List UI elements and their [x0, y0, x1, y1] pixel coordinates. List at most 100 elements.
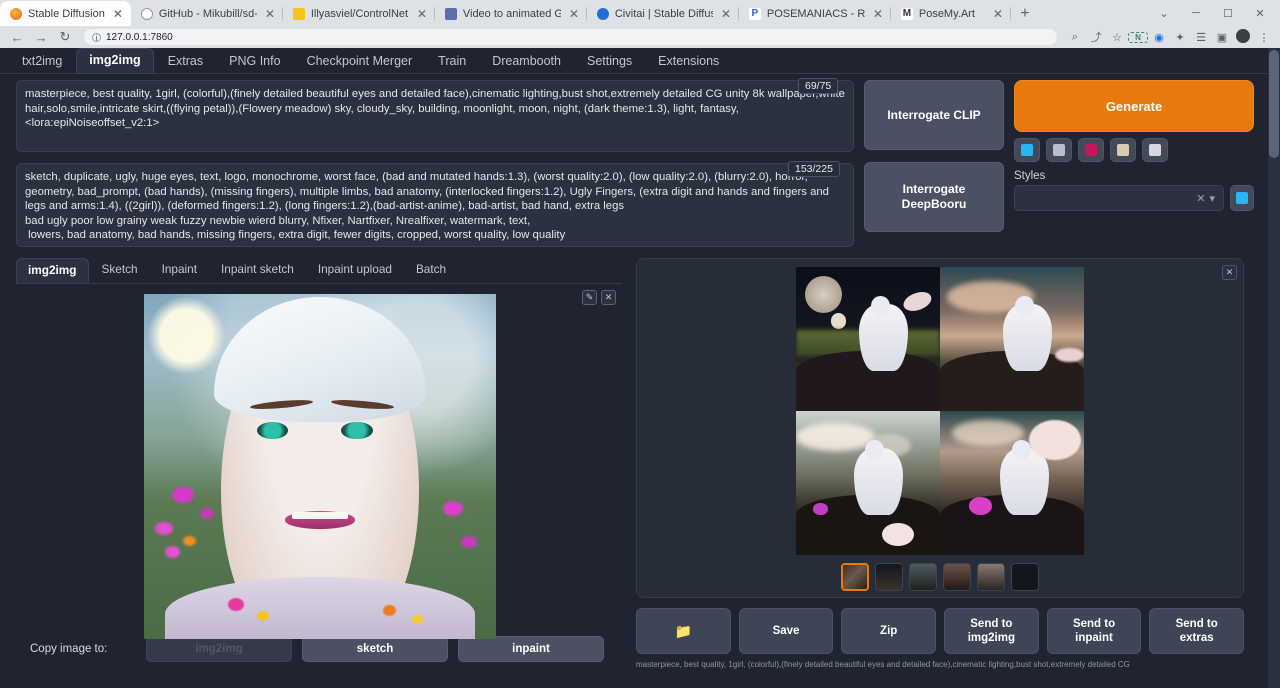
thumbnail-1[interactable]	[875, 563, 903, 591]
zoom-icon[interactable]: ⌕	[1065, 31, 1085, 44]
page-scrollbar[interactable]	[1268, 48, 1280, 688]
styles-dropdown[interactable]: ✕ ▾	[1014, 185, 1224, 211]
tab-dreambooth[interactable]: Dreambooth	[480, 50, 573, 73]
address-bar[interactable]: i 127.0.0.1:7860	[84, 29, 1057, 45]
tab-train[interactable]: Train	[426, 50, 478, 73]
paste-arrow-icon[interactable]	[1014, 138, 1040, 162]
send-to-img2img-button[interactable]: Send to img2img	[944, 608, 1039, 654]
tab-close-icon[interactable]: ✕	[871, 8, 885, 20]
tab-close-icon[interactable]: ✕	[111, 8, 125, 20]
result-image-2[interactable]	[796, 411, 940, 555]
reload-button[interactable]: ↻	[54, 29, 76, 45]
browser-tab-0[interactable]: Stable Diffusion ✕	[0, 1, 131, 26]
thumbnail-5[interactable]	[1011, 563, 1039, 591]
tab-title: POSEMANIACS - Royalty free 3	[767, 8, 865, 20]
thumbnail-3[interactable]	[943, 563, 971, 591]
tab-txt2img[interactable]: txt2img	[10, 50, 74, 73]
generate-button[interactable]: Generate	[1014, 80, 1254, 132]
trash-icon[interactable]	[1046, 138, 1072, 162]
send-to-inpaint-button[interactable]: Send to inpaint	[1047, 608, 1142, 654]
minimize-button[interactable]: ─	[1180, 7, 1212, 19]
thumbnail-0[interactable]	[841, 563, 869, 591]
refresh-styles-icon[interactable]	[1230, 185, 1254, 211]
source-image[interactable]	[144, 294, 496, 639]
edit-pencil-icon[interactable]: ✎	[582, 290, 597, 305]
tab-png-info[interactable]: PNG Info	[217, 50, 292, 73]
close-window-button[interactable]: ✕	[1244, 7, 1276, 20]
tab-extras[interactable]: Extras	[156, 50, 215, 73]
maximize-button[interactable]: ☐	[1212, 7, 1244, 20]
site-info-icon[interactable]: i	[92, 33, 101, 42]
puzzle-extensions-icon[interactable]: ✦	[1170, 31, 1190, 44]
chrome-menu-icon[interactable]: ⋮	[1254, 31, 1274, 44]
profile-avatar-icon[interactable]	[1233, 29, 1253, 46]
result-image-grid[interactable]	[796, 267, 1084, 555]
chevron-down-icon[interactable]: ▾	[1209, 192, 1215, 205]
save-button[interactable]: Save	[739, 608, 834, 654]
new-tab-button[interactable]: +	[1011, 5, 1039, 26]
thumbnail-2[interactable]	[909, 563, 937, 591]
browser-tab-4[interactable]: Civitai | Stable Diffusion models ✕	[587, 1, 739, 26]
subtab-inpaint-upload[interactable]: Inpaint upload	[307, 258, 403, 283]
reading-list-icon[interactable]: ☰	[1191, 31, 1211, 44]
interrogate-deepbooru-button[interactable]: Interrogate DeepBooru	[864, 162, 1004, 232]
browser-tab-6[interactable]: M PoseMy.Art ✕	[891, 1, 1011, 26]
subtab-sketch[interactable]: Sketch	[91, 258, 149, 283]
scrollbar-thumb[interactable]	[1269, 50, 1279, 158]
styles-clear-icon[interactable]: ✕	[1196, 192, 1205, 205]
negative-prompt-input[interactable]	[16, 163, 854, 247]
browser-tab-1[interactable]: GitHub - Mikubill/sd-webui-con ✕	[131, 1, 283, 26]
result-image-1[interactable]	[940, 267, 1084, 411]
side-panel-icon[interactable]: ▣	[1212, 31, 1232, 44]
generate-controls: Generate Styles ✕ ▾	[1014, 80, 1254, 250]
positive-prompt-input[interactable]	[16, 80, 854, 152]
decor-flower	[412, 615, 423, 624]
thumbnail-4[interactable]	[977, 563, 1005, 591]
tab-title: Video to animated GIF converter	[463, 8, 561, 20]
generate-column: Interrogate CLIP Interrogate DeepBooru G…	[856, 74, 1256, 250]
copy-to-img2img-button[interactable]: img2img	[146, 636, 292, 662]
browser-tab-5[interactable]: P POSEMANIACS - Royalty free 3 ✕	[739, 1, 891, 26]
window-controls: ⌄ ─ ☐ ✕	[1148, 0, 1280, 26]
result-image-0[interactable]	[796, 267, 940, 411]
share-icon[interactable]: ⤴	[1086, 29, 1106, 45]
interrogate-clip-button[interactable]: Interrogate CLIP	[864, 80, 1004, 150]
bookmark-star-icon[interactable]: ☆	[1107, 31, 1127, 44]
tab-close-icon[interactable]: ✕	[567, 8, 581, 20]
tab-checkpoint-merger[interactable]: Checkpoint Merger	[295, 50, 425, 73]
tab-extensions[interactable]: Extensions	[646, 50, 731, 73]
remove-image-icon[interactable]: ✕	[601, 290, 616, 305]
decor-flower	[461, 536, 477, 548]
notion-extension-icon[interactable]: N	[1128, 32, 1148, 43]
tab-close-icon[interactable]: ✕	[719, 8, 733, 20]
tab-close-icon[interactable]: ✕	[991, 8, 1005, 20]
copy-to-inpaint-button[interactable]: inpaint	[458, 636, 604, 662]
subtab-inpaint[interactable]: Inpaint	[151, 258, 208, 283]
extra-networks-icon[interactable]	[1078, 138, 1104, 162]
open-folder-button[interactable]: 📁	[636, 608, 731, 654]
subtab-inpaint-sketch[interactable]: Inpaint sketch	[210, 258, 305, 283]
tab-img2img[interactable]: img2img	[76, 48, 153, 73]
forward-button[interactable]: →	[30, 30, 52, 45]
tab-settings[interactable]: Settings	[575, 50, 644, 73]
subtab-batch[interactable]: Batch	[405, 258, 457, 283]
send-to-extras-button[interactable]: Send to extras	[1149, 608, 1244, 654]
tab-close-icon[interactable]: ✕	[415, 8, 429, 20]
tab-close-icon[interactable]: ✕	[263, 8, 277, 20]
zip-button[interactable]: Zip	[841, 608, 936, 654]
tab-search-icon[interactable]: ⌄	[1148, 7, 1180, 20]
back-button[interactable]: ←	[6, 30, 28, 45]
save-style-icon[interactable]	[1142, 138, 1168, 162]
browser-tab-2[interactable]: Illyasviel/ControlNet at main ✕	[283, 1, 435, 26]
result-image-3[interactable]	[940, 411, 1084, 555]
copy-image-label: Copy image to:	[16, 643, 136, 655]
clipboard-icon[interactable]	[1110, 138, 1136, 162]
copy-to-sketch-button[interactable]: sketch	[302, 636, 448, 662]
subtab-img2img[interactable]: img2img	[16, 258, 89, 283]
source-image-panel[interactable]: ✎ ✕	[16, 284, 622, 630]
generation-info-text: masterpiece, best quality, 1girl, (color…	[636, 660, 1244, 670]
extension-blue-icon[interactable]: ◉	[1149, 31, 1169, 44]
browser-tab-3[interactable]: Video to animated GIF converter ✕	[435, 1, 587, 26]
stable-diffusion-webui: txt2img img2img Extras PNG Info Checkpoi…	[0, 48, 1280, 688]
close-gallery-icon[interactable]: ✕	[1222, 265, 1237, 280]
